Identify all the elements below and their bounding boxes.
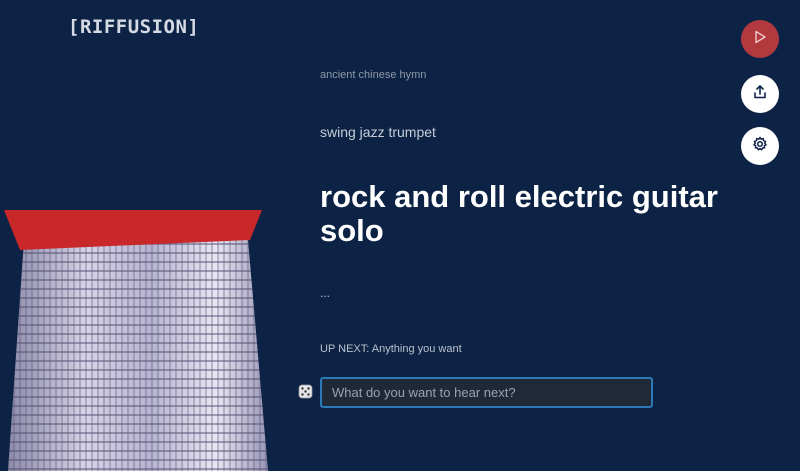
previous-prompt: ancient chinese hymn (320, 69, 427, 81)
play-icon (753, 30, 767, 49)
current-prompt: rock and roll electric guitar solo (320, 179, 718, 248)
share-icon (752, 84, 768, 105)
play-button[interactable] (741, 20, 779, 58)
gear-icon (752, 136, 768, 157)
app-logo: [RIFFUSION] (68, 16, 200, 38)
up-next-label: UP NEXT: Anything you want (320, 343, 462, 355)
settings-button[interactable] (741, 127, 779, 165)
previous-prompt: swing jazz trumpet (320, 124, 436, 140)
pending-prompt: ... (320, 286, 331, 300)
next-prompt-input[interactable] (320, 377, 653, 408)
spectrogram-visual (4, 210, 268, 471)
dice-icon[interactable] (298, 384, 313, 399)
share-button[interactable] (741, 75, 779, 113)
